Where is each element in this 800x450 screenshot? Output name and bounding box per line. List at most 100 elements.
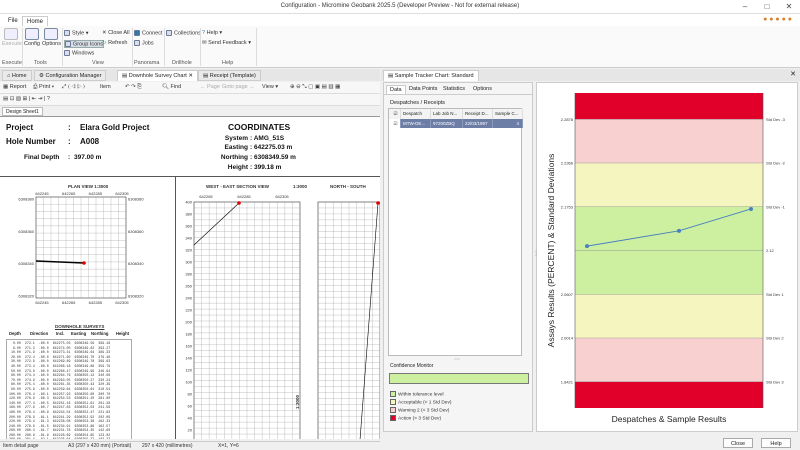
- tab-home[interactable]: ⌂ Home: [2, 70, 32, 81]
- menu-bar: File Home ● ● ● ● ●: [0, 14, 800, 26]
- item-button[interactable]: Item: [100, 84, 111, 90]
- easting-value: 642275.03 m: [253, 144, 293, 151]
- downhole-cell: 642225.64: [51, 437, 73, 439]
- help-menu[interactable]: ? Help ▾: [202, 30, 222, 36]
- goto-page-label: Goto page: [222, 84, 248, 90]
- downhole-cell: 279.4: [24, 419, 35, 424]
- view-menu[interactable]: View ▾: [262, 84, 278, 90]
- grid-header-despatch[interactable]: Despatch: [401, 109, 431, 119]
- execute-button[interactable]: Execute: [2, 28, 22, 47]
- page-button[interactable]: ← Page: [200, 84, 220, 90]
- ew-y-tick: 20: [188, 428, 193, 433]
- find-button[interactable]: 🔍︎ Find: [162, 84, 181, 90]
- design-tools-icons[interactable]: ▤ ⊡ ▧ ⊞ | ⇤ ⇥ | ?: [3, 96, 50, 102]
- config-button[interactable]: Config: [24, 28, 40, 47]
- divider: [384, 94, 532, 95]
- menu-home[interactable]: Home: [22, 16, 49, 26]
- downhole-cell: 281.4: [23, 437, 37, 439]
- depth-label: Final Depth: [24, 154, 60, 161]
- collections-button[interactable]: Collections: [166, 30, 201, 36]
- undo-icons[interactable]: ↶ ↷ ⎘: [125, 84, 142, 91]
- tab-label: Downhole Survey Chart: [128, 73, 187, 79]
- group-view: View: [92, 60, 104, 66]
- chart-right-tick: 2.12: [766, 248, 775, 253]
- minimize-icon[interactable]: –: [734, 0, 756, 14]
- subtab-statistics[interactable]: Statistics: [440, 85, 468, 93]
- sample-tracker-icon: ▤: [388, 73, 395, 79]
- tab-sample-tracker[interactable]: ▤ Sample Tracker Chart: Standard: [383, 70, 479, 81]
- menu-file[interactable]: File: [4, 16, 22, 26]
- grid-cell-despatch[interactable]: MTW-DE...: [401, 119, 431, 128]
- grid-header-receipt-date[interactable]: Receipt D...: [463, 109, 493, 119]
- report-sheet: Project : Elara Gold Project Hole Number…: [0, 116, 380, 439]
- downhole-cell: 642244.54: [52, 409, 71, 414]
- jobs-button[interactable]: Jobs: [134, 40, 154, 46]
- connect-button[interactable]: Connect: [134, 30, 163, 36]
- downhole-cell: -80.0: [38, 363, 49, 368]
- close-window-icon[interactable]: ✕: [778, 0, 800, 14]
- vertical-splitter[interactable]: ⋮: [533, 250, 539, 257]
- plan-x-tick: 642245: [35, 300, 49, 305]
- chart-x-label: Despatches & Sample Results: [612, 414, 727, 424]
- style-menu[interactable]: Style ▾: [64, 30, 89, 36]
- subtab-options[interactable]: Options: [470, 85, 495, 93]
- options-label: Options: [42, 41, 61, 47]
- goto-page-button[interactable]: Goto page →: [222, 84, 255, 90]
- maximize-icon[interactable]: □: [756, 0, 778, 14]
- connect-label: Connect: [142, 30, 163, 37]
- chart-band: [575, 93, 763, 120]
- ew-y-tick: 80: [188, 392, 193, 397]
- splitter-handle[interactable]: ⋯: [454, 356, 460, 363]
- ew-y-tick: 300: [185, 260, 192, 265]
- grid-header-lab-job[interactable]: Lab Job N...: [431, 109, 463, 119]
- downhole-cell: 6308352.47: [74, 409, 95, 414]
- options-button[interactable]: Options: [42, 28, 61, 47]
- subtab-data[interactable]: Data: [386, 85, 406, 94]
- panel-close-icon[interactable]: ✕: [790, 70, 796, 78]
- grid-cell-sample-count[interactable]: 4: [493, 119, 523, 128]
- toolbar-icons[interactable]: ● ● ● ● ●: [763, 16, 792, 23]
- windows-menu[interactable]: Windows: [64, 50, 94, 56]
- divider: [22, 28, 23, 66]
- help-button[interactable]: Help: [761, 438, 791, 448]
- ew-y-tick: 120: [185, 368, 192, 373]
- tab-configuration-manager[interactable]: ⚙ Configuration Manager: [34, 70, 107, 81]
- grid-cell-lab-job[interactable]: 97200ZBQ: [431, 119, 463, 128]
- plan-x-tick: 642265: [62, 300, 76, 305]
- select-all-checkbox[interactable]: ☑: [389, 109, 401, 119]
- design-sheet-tab[interactable]: Design Sheet1: [2, 107, 43, 116]
- grid-cell-receipt-date[interactable]: 22/03/1997: [463, 119, 493, 128]
- tab-downhole-survey-chart[interactable]: ▤ Downhole Survey Chart ✕: [117, 70, 198, 81]
- legend-item: Warning 2 (< 3 Std Dev): [390, 407, 449, 413]
- print-button[interactable]: ⎙ Print ▾: [33, 84, 54, 91]
- zoom-icons[interactable]: ⊕ ⊖ ⤡ ▢ ▣ ▤ ▥ ▦: [290, 84, 340, 91]
- send-feedback-menu[interactable]: ✉ Send Feedback ▾: [202, 40, 251, 46]
- downhole-cell: 642275.03: [52, 341, 71, 345]
- subtab-data-points[interactable]: Data Points: [406, 85, 440, 93]
- grid-header-sample-count[interactable]: Sample C...: [493, 109, 523, 119]
- close-all-button[interactable]: ✕ Close All: [102, 30, 130, 36]
- ew-y-tick: 60: [188, 404, 193, 409]
- header-rule: [0, 176, 380, 177]
- connect-icon: [134, 30, 140, 36]
- chart-right-tick: Std Dev -3: [766, 117, 786, 122]
- despatch-grid: ☑ Despatch Lab Job N... Receipt D... Sam…: [388, 108, 523, 356]
- group-icons-toggle[interactable]: Group Icons: [64, 40, 104, 49]
- nav-icons[interactable]: ⤢ ⟨ ◁ ▷ ⟩: [62, 84, 85, 91]
- report-button[interactable]: ▦ Report: [3, 84, 26, 90]
- divider: [62, 28, 63, 66]
- downhole-cell: -80.0: [38, 386, 49, 391]
- row-checkbox[interactable]: ☑: [389, 119, 401, 128]
- confidence-label: Confidence Monitor: [390, 363, 434, 369]
- close-button[interactable]: Close: [723, 438, 753, 448]
- tab-receipt-template[interactable]: ▤ Receipt (Template): [198, 70, 261, 81]
- colon: :: [68, 154, 71, 161]
- ew-section-plot: 642265 642285 642305 400 380 360 340 320 300 280 2…: [185, 194, 301, 439]
- refresh-button[interactable]: ↻ Refresh: [102, 40, 127, 46]
- plan-x-tick: 642285: [89, 191, 103, 196]
- downhole-cell: 221.83: [98, 409, 111, 414]
- downhole-cell: 642259.64: [52, 386, 71, 391]
- close-all-label: Close All: [108, 30, 130, 36]
- system-value-row: : AMG_51S: [250, 135, 285, 142]
- chart-right-tick: Std Dev 3: [766, 379, 784, 384]
